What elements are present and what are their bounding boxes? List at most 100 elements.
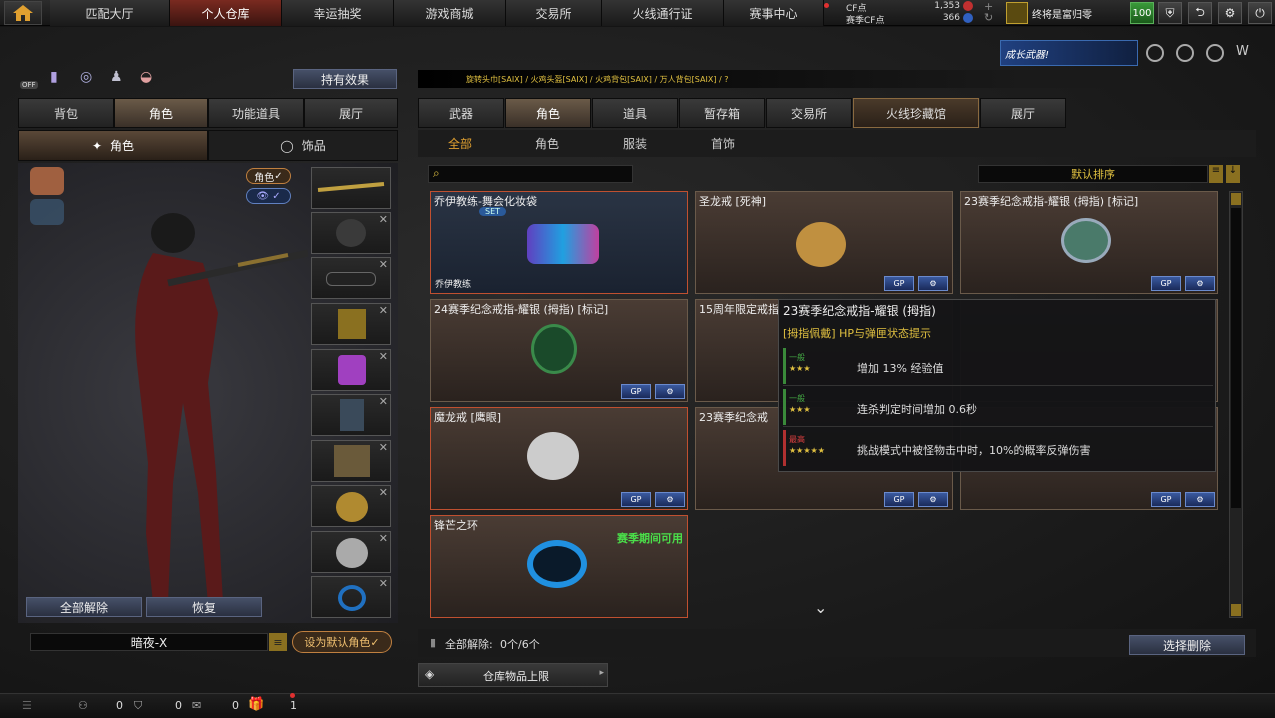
badge-2-icon[interactable] [1176,44,1194,62]
slot-weapon[interactable] [311,167,391,209]
slot-goggles[interactable]: ✕ [311,257,391,299]
rotate-icon[interactable]: ◎ [80,69,100,89]
subtab-jewelry[interactable]: 首饰 [693,135,753,152]
badge-4-icon[interactable]: W [1236,44,1254,62]
remove-icon[interactable]: ✕ [379,577,388,590]
subtab-role[interactable]: ✦ 角色 [18,130,208,161]
set-default-role-button[interactable]: 设为默认角色 ✓ [292,631,392,653]
nav-tab-game-mall[interactable]: 游戏商城 [394,0,506,26]
item-card[interactable]: 锋芒之环 赛季期间可用 [430,515,688,618]
remove-icon[interactable]: ✕ [379,441,388,454]
stats-icon[interactable]: ▮ [50,69,70,89]
remove-icon[interactable]: ✕ [379,486,388,499]
scroll-down-icon[interactable] [1231,604,1241,616]
slot-pouch[interactable]: ✕ [311,349,391,391]
nav-tab-match-hall[interactable]: 匹配大厅 [50,0,170,26]
item-card[interactable]: 23赛季纪念戒指-耀银 (拇指) [标记] GP ⚙ [960,191,1218,294]
faction-alt-emblem-icon[interactable] [30,199,64,225]
storage-capacity-panel[interactable]: ◈ 仓库物品上限 ▸ [418,663,608,687]
remove-icon[interactable]: ✕ [379,395,388,408]
slot-ring-1[interactable]: ✕ [311,485,391,527]
remove-icon[interactable]: ✕ [379,350,388,363]
home-button[interactable] [4,1,42,25]
gp-convert-button[interactable]: GP [621,492,651,507]
subtab-role-right[interactable]: 角色 [517,135,577,152]
scroll-more-icon[interactable]: ⌄ [814,598,827,617]
batch-delete-button[interactable]: 选择删除 [1129,635,1245,655]
sort-direction-icon[interactable]: ↓ [1226,165,1240,183]
search-input[interactable]: ⌕ [428,165,633,183]
storage-tab-role[interactable]: 角色 [505,98,591,128]
menu-list-icon[interactable]: ☰ [22,699,32,712]
nav-tab-exchange[interactable]: 交易所 [506,0,602,26]
visibility-toggle[interactable]: 👁 ✓ [246,188,291,204]
shield-button[interactable]: ⛨ [1158,2,1182,24]
held-effects-button[interactable]: 持有效果 [293,69,397,89]
gp-convert-button[interactable]: GP [1151,276,1181,291]
party-icon[interactable]: ⚇ [78,699,88,712]
item-settings-button[interactable]: ⚙ [655,384,685,399]
gp-convert-button[interactable]: GP [621,384,651,399]
nav-tab-personal-storage[interactable]: 个人仓库 [170,0,282,26]
slot-helmet[interactable]: ✕ [311,212,391,254]
remove-icon[interactable]: ✕ [379,304,388,317]
storage-tab-showroom[interactable]: 展厅 [980,98,1066,128]
remove-icon[interactable]: ✕ [379,258,388,271]
slot-armor[interactable]: ✕ [311,303,391,345]
pose-icon[interactable]: ♟ [110,69,130,89]
sort-select[interactable]: 默认排序 [978,165,1208,183]
item-settings-button[interactable]: ⚙ [918,276,948,291]
item-card[interactable]: 乔伊教练-舞会化妆袋 SET 乔伊教练 [430,191,688,294]
storage-tab-items[interactable]: 道具 [592,98,678,128]
restore-button[interactable]: 恢复 [146,597,262,617]
growth-weapon-banner[interactable]: 成长武器! [1000,40,1138,66]
gift-icon[interactable]: 🎁 [248,697,264,712]
storage-tab-temp-box[interactable]: 暂存箱 [679,98,765,128]
scroll-up-icon[interactable] [1231,193,1241,205]
settings-button[interactable]: ⚙ [1218,2,1242,24]
badge-1-icon[interactable] [1146,44,1164,62]
storage-tab-exchange[interactable]: 交易所 [766,98,852,128]
back-button[interactable]: ⮌ [1188,2,1212,24]
remove-icon[interactable]: ✕ [379,532,388,545]
left-tab-backpack[interactable]: 背包 [18,98,114,128]
item-settings-button[interactable]: ⚙ [1185,276,1215,291]
gp-convert-button[interactable]: GP [1151,492,1181,507]
clan-icon[interactable]: ⛉ [134,699,142,713]
faction-emblem-icon[interactable] [30,167,64,195]
item-card[interactable]: 魔龙戒 [鹰眼] GP ⚙ [430,407,688,510]
chat-icon[interactable]: ✉ [192,699,201,712]
item-settings-button[interactable]: ⚙ [918,492,948,507]
subtab-clothing[interactable]: 服装 [605,135,665,152]
item-card[interactable]: 24赛季纪念戒指-耀银 (拇指) [标记] GP ⚙ [430,299,688,402]
slot-ring-3[interactable]: ✕ [311,576,391,618]
sort-list-icon[interactable]: ≡ [1209,165,1223,183]
item-card[interactable]: 圣龙戒 [死神] GP ⚙ [695,191,953,294]
nav-tab-battle-pass[interactable]: 火线通行证 [602,0,724,26]
left-tab-showroom[interactable]: 展厅 [304,98,398,128]
scroll-thumb[interactable] [1231,208,1241,508]
gp-convert-button[interactable]: GP [884,276,914,291]
badge-3-icon[interactable] [1206,44,1224,62]
slot-magazines[interactable]: ✕ [311,440,391,482]
mouse-icon[interactable]: ◒ [140,69,160,89]
character-list-button[interactable]: ≡ [269,633,287,651]
slot-backpack[interactable]: ✕ [311,394,391,436]
storage-tab-weapon[interactable]: 武器 [418,98,504,128]
subtab-all[interactable]: 全部 [430,135,490,152]
item-settings-button[interactable]: ⚙ [1185,492,1215,507]
power-button[interactable]: ⏻ [1248,2,1272,24]
item-settings-button[interactable]: ⚙ [655,492,685,507]
storage-tab-collection[interactable]: 火线珍藏馆 [853,98,979,128]
subtab-accessory[interactable]: ◯ 饰品 [208,130,398,161]
left-tab-functional-items[interactable]: 功能道具 [208,98,304,128]
clear-all-button[interactable]: 全部解除 [26,597,142,617]
toggle-icon[interactable]: OFF [20,69,40,89]
left-tab-role[interactable]: 角色 [114,98,208,128]
refresh-icon[interactable]: ↻ [984,11,993,24]
role-filter-badge[interactable]: 角色 ✓ [246,168,291,184]
grid-scrollbar[interactable] [1229,191,1243,618]
gp-convert-button[interactable]: GP [884,492,914,507]
slot-ring-2[interactable]: ✕ [311,531,391,573]
nav-tab-event-center[interactable]: 赛事中心 [724,0,824,26]
